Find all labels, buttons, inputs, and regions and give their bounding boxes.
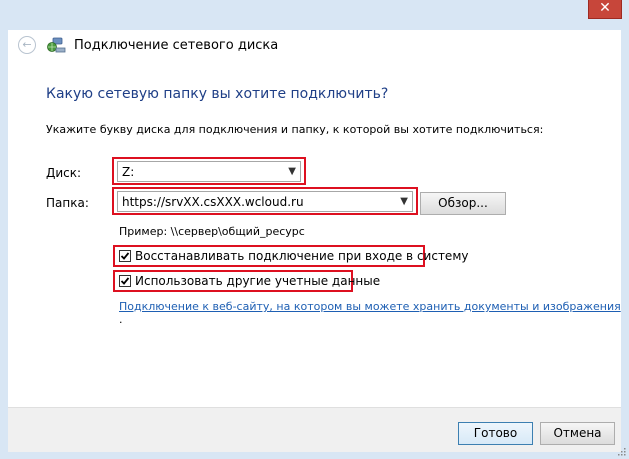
cancel-button[interactable]: Отмена bbox=[540, 422, 615, 445]
website-link-suffix: . bbox=[119, 313, 123, 326]
chevron-down-icon: ▼ bbox=[288, 166, 296, 177]
example-text: Пример: \\сервер\общий_ресурс bbox=[119, 225, 305, 238]
reconnect-label: Восстанавливать подключение при входе в … bbox=[135, 249, 469, 263]
other-credentials-label: Использовать другие учетные данные bbox=[135, 274, 381, 288]
checkbox-checked-icon bbox=[119, 275, 131, 287]
browse-button[interactable]: Обзор... bbox=[420, 192, 506, 215]
folder-value: https://srvXX.csXXX.wcloud.ru bbox=[122, 195, 304, 209]
close-icon: ✕ bbox=[599, 0, 611, 16]
drive-select[interactable]: Z: ▼ bbox=[117, 161, 301, 182]
instruction-text: Укажите букву диска для подключения и па… bbox=[46, 123, 544, 136]
title-bar: ← Подключение сетевого диска bbox=[8, 30, 621, 62]
reconnect-checkbox[interactable]: Восстанавливать подключение при входе в … bbox=[119, 249, 468, 263]
back-button[interactable]: ← bbox=[18, 36, 36, 54]
chevron-down-icon: ▼ bbox=[400, 196, 408, 207]
website-link-text[interactable]: Подключение к веб-сайту, на котором вы м… bbox=[119, 300, 621, 313]
finish-button[interactable]: Готово bbox=[458, 422, 533, 445]
drive-label: Диск: bbox=[46, 166, 82, 180]
checkbox-checked-icon bbox=[119, 250, 131, 262]
resize-grip-icon[interactable] bbox=[617, 447, 626, 456]
drive-value: Z: bbox=[122, 165, 135, 179]
close-button[interactable]: ✕ bbox=[588, 0, 622, 19]
dialog-content: Какую сетевую папку вы хотите подключить… bbox=[8, 62, 621, 407]
page-heading: Какую сетевую папку вы хотите подключить… bbox=[46, 86, 389, 102]
website-connect-link[interactable]: Подключение к веб-сайту, на котором вы м… bbox=[119, 300, 621, 326]
dialog-footer: Готово Отмена bbox=[8, 407, 621, 452]
folder-label: Папка: bbox=[46, 196, 89, 210]
other-credentials-checkbox[interactable]: Использовать другие учетные данные bbox=[119, 274, 380, 288]
window-title: Подключение сетевого диска bbox=[74, 38, 279, 53]
back-arrow-icon: ← bbox=[22, 38, 32, 51]
network-drive-icon bbox=[47, 37, 66, 53]
folder-combobox[interactable]: https://srvXX.csXXX.wcloud.ru ▼ bbox=[117, 191, 413, 212]
